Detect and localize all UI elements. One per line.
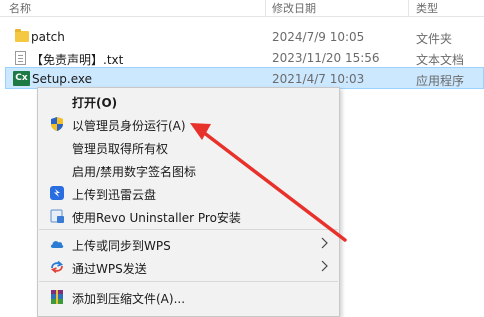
file-modified: 2024/7/9 10:05 <box>272 30 365 44</box>
file-name: patch <box>31 30 65 44</box>
column-modified-header[interactable]: 修改日期 <box>272 0 316 16</box>
wps-send-icon <box>50 260 64 274</box>
file-row-setup[interactable]: Cx Setup.exe 2021/4/7 10:03 应用程序 <box>5 67 484 89</box>
file-modified: 2023/11/20 15:56 <box>272 51 380 65</box>
wps-cloud-icon <box>50 241 64 248</box>
menu-divider <box>39 229 338 230</box>
menu-divider <box>39 281 338 282</box>
menu-item-label: 打开(O) <box>72 96 118 110</box>
file-name: Setup.exe <box>32 72 93 86</box>
winrar-icon <box>51 290 63 304</box>
menu-item-thunder-upload[interactable]: 上传到迅雷云盘 <box>38 182 339 204</box>
menu-item-label: 以管理员身份运行(A) <box>72 119 186 133</box>
menu-item-wps-sync[interactable]: 上传或同步到WPS <box>38 233 339 255</box>
column-header: 名称 修改日期 类型 <box>0 0 484 17</box>
chevron-right-icon <box>321 260 328 272</box>
context-menu: 打开(O) 以管理员身份运行(A) 管理员取得所有权 启用/禁用数字签名图标 上… <box>37 87 340 317</box>
exe-icon: Cx <box>13 71 30 86</box>
folder-icon <box>15 29 29 42</box>
menu-item-run-as-admin[interactable]: 以管理员身份运行(A) <box>38 113 339 135</box>
menu-item-revo-install[interactable]: 使用Revo Uninstaller Pro安装 <box>38 205 339 227</box>
revo-uninstaller-icon <box>50 209 64 223</box>
menu-item-open[interactable]: 打开(O) <box>38 90 339 112</box>
column-divider[interactable] <box>265 0 266 16</box>
uac-shield-icon <box>51 117 63 131</box>
menu-item-label: 管理员取得所有权 <box>72 142 169 156</box>
menu-item-take-ownership[interactable]: 管理员取得所有权 <box>38 136 339 158</box>
menu-item-wps-send[interactable]: 通过WPS发送 <box>38 256 339 278</box>
menu-item-label: 上传到迅雷云盘 <box>72 188 157 202</box>
file-type: 文本文档 <box>416 53 465 67</box>
text-file-icon <box>15 51 26 65</box>
menu-item-label: 使用Revo Uninstaller Pro安装 <box>72 211 241 225</box>
file-row-patch[interactable]: patch 2024/7/9 10:05 文件夹 <box>0 26 484 48</box>
menu-item-label: 通过WPS发送 <box>72 262 147 276</box>
menu-item-label: 添加到压缩文件(A)... <box>72 292 186 306</box>
menu-item-label: 上传或同步到WPS <box>72 239 171 253</box>
file-type: 应用程序 <box>416 74 465 88</box>
file-row-disclaimer[interactable]: 【免责声明】.txt 2023/11/20 15:56 文本文档 <box>0 47 484 69</box>
menu-item-label: 启用/禁用数字签名图标 <box>72 165 197 179</box>
file-type: 文件夹 <box>416 32 453 46</box>
chevron-right-icon <box>321 237 328 249</box>
file-name: 【免责声明】.txt <box>31 53 124 67</box>
thunder-cloud-icon <box>50 186 64 200</box>
menu-item-signature-icon[interactable]: 启用/禁用数字签名图标 <box>38 159 339 181</box>
column-type-header[interactable]: 类型 <box>416 0 438 16</box>
column-name-header[interactable]: 名称 <box>9 0 31 16</box>
file-modified: 2021/4/7 10:03 <box>272 72 365 86</box>
column-divider[interactable] <box>408 0 409 16</box>
